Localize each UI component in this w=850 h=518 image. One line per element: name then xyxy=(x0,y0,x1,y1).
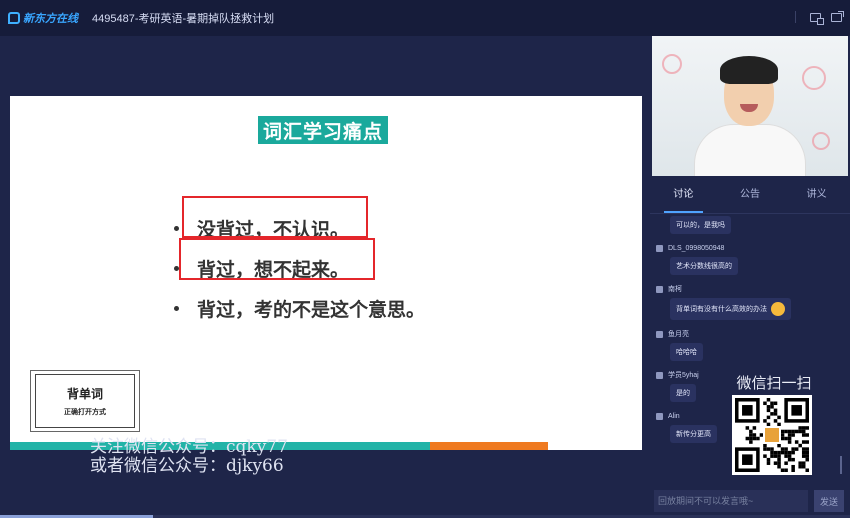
chat-username: 鱼月亮 xyxy=(668,331,689,338)
chat-user: 鱼月亮 xyxy=(656,328,842,340)
highlight-box xyxy=(182,196,368,238)
chat-input-bar: 发送 xyxy=(650,488,850,514)
watermark-overlay: 关注微信公众号：cqky77 或者微信公众号：djky66 xyxy=(90,438,288,476)
chat-message: 鱼月亮 哈哈哈 xyxy=(656,328,842,361)
chat-bubble: 哈哈哈 xyxy=(670,343,703,361)
tab-handout[interactable]: 讲义 xyxy=(783,176,850,213)
send-button[interactable]: 发送 xyxy=(814,490,844,512)
chat-message: DLS_0998050948 艺术分数线很高的 xyxy=(656,242,842,275)
bullet-text: 背过，考的不是这个意思。 xyxy=(197,299,426,321)
chat-bubble: 背单词有没有什么高效的办法 xyxy=(670,298,791,320)
popout-window-icon[interactable] xyxy=(831,10,844,22)
window-title: 4495487-考研英语-暑期掉队拯救计划 xyxy=(92,13,275,25)
wall-decoration xyxy=(662,54,682,74)
slide-footer-bar-orange xyxy=(430,442,548,450)
wall-decoration xyxy=(812,132,830,150)
teacher-video[interactable] xyxy=(652,36,848,176)
chat-user: 南柯 xyxy=(656,283,842,295)
emoji-icon xyxy=(771,302,785,316)
user-icon xyxy=(656,412,663,420)
user-icon xyxy=(656,285,663,293)
watermark-line: 关注微信公众号：cqky77 xyxy=(90,437,288,457)
bullet-dot xyxy=(174,225,179,231)
chat-username: Alin xyxy=(668,412,680,420)
app-logo: 新东方在线 xyxy=(8,10,78,26)
chat-input[interactable] xyxy=(654,490,808,512)
chat-message: 可以的，是我吗 xyxy=(656,214,842,234)
chat-bubble: 是的 xyxy=(670,384,696,402)
chat-bubble: 新传分更高 xyxy=(670,425,717,443)
lecture-slide: 词汇学习痛点 没背过，不认识。 背过，想不起来。 背过，考的不是这个意思。 背单… xyxy=(10,96,642,450)
logo-text: 新东方在线 xyxy=(23,13,78,25)
chat-bubble: 艺术分数线很高的 xyxy=(670,257,738,275)
logo-icon xyxy=(8,12,20,24)
teacher-body xyxy=(694,124,806,176)
chat-username: 南柯 xyxy=(668,286,682,293)
nav-box-subtitle: 正确打开方式 xyxy=(64,409,106,416)
bullet-dot xyxy=(174,305,179,311)
wall-decoration xyxy=(802,66,826,90)
tab-discussion[interactable]: 讨论 xyxy=(650,176,717,213)
chat-user: DLS_0998050948 xyxy=(656,242,842,254)
nav-box-title: 背单词 xyxy=(66,387,103,401)
chat-username: DLS_0998050948 xyxy=(668,244,725,252)
chat-bubble: 可以的，是我吗 xyxy=(670,216,731,234)
layout-switch-icon[interactable] xyxy=(810,12,824,25)
chat-scrollbar[interactable] xyxy=(840,456,842,474)
qr-code xyxy=(732,395,812,475)
user-icon xyxy=(656,371,663,379)
qr-label: 微信扫一扫 xyxy=(736,374,812,392)
highlight-box xyxy=(179,238,375,280)
slide-title: 词汇学习痛点 xyxy=(258,116,388,144)
chat-message: 南柯 背单词有没有什么高效的办法 xyxy=(656,283,842,320)
user-icon xyxy=(656,330,663,338)
titlebar-divider xyxy=(795,11,796,23)
slide-bullet: 背过，考的不是这个意思。 xyxy=(174,288,425,328)
chat-bubble-text: 背单词有没有什么高效的办法 xyxy=(676,305,767,313)
qr-center-logo xyxy=(763,426,781,444)
title-bar: 新东方在线 4495487-考研英语-暑期掉队拯救计划 xyxy=(0,0,850,36)
sidebar-tabs: 讨论 公告 讲义 xyxy=(650,176,850,214)
qr-overlay: 微信扫一扫 xyxy=(726,372,822,475)
tab-announcement[interactable]: 公告 xyxy=(717,176,784,213)
user-icon xyxy=(656,244,663,252)
chat-username: 学员5yhaj xyxy=(668,372,699,379)
watermark-line: 或者微信公众号：djky66 xyxy=(90,456,284,476)
slide-nav-box: 背单词 正确打开方式 xyxy=(30,370,140,432)
teacher-hair xyxy=(720,56,778,84)
